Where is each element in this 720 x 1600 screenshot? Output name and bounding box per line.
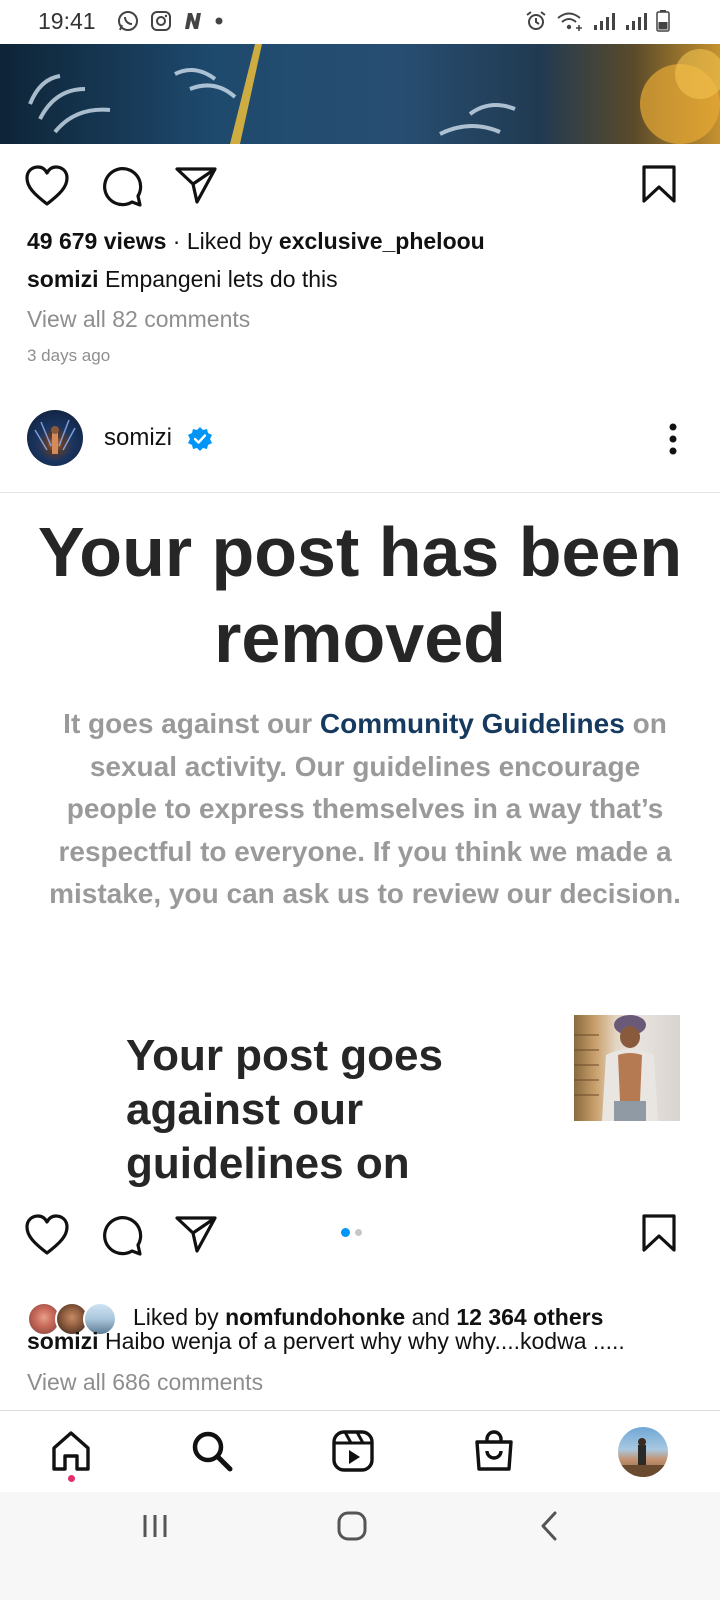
post1-views-line: 49 679 views · Liked by exclusive_pheloo… (27, 228, 485, 254)
like-heart-icon[interactable] (24, 164, 70, 208)
liked-by-user[interactable]: exclusive_pheloou (279, 228, 485, 254)
post-username[interactable]: somizi (104, 424, 172, 452)
liked-by-prefix: Liked by (186, 228, 273, 254)
signal-icon-2 (626, 13, 647, 30)
alarm-icon (526, 11, 546, 30)
avatar[interactable] (27, 410, 83, 466)
whatsapp-icon (118, 11, 138, 31)
profile-avatar[interactable] (618, 1427, 668, 1477)
back-icon[interactable] (538, 1510, 560, 1542)
notification-dot-icon (215, 17, 223, 25)
likes-others-count[interactable]: 12 364 others (456, 1304, 603, 1330)
removed-body: It goes against our Community Guidelines… (49, 708, 681, 909)
system-nav-bar (0, 1492, 720, 1600)
battery-icon (656, 10, 670, 32)
home-notification-dot (68, 1475, 75, 1482)
wifi-icon (557, 12, 582, 31)
caption-username[interactable]: somizi (27, 266, 99, 292)
liked-by-prefix: Liked by (133, 1304, 219, 1330)
status-time: 19:41 (38, 8, 96, 34)
bottom-nav-bar (0, 1410, 720, 1492)
caption-text: Haibo wenja of a pervert why why why....… (104, 1328, 625, 1354)
post1-caption: somizi Empangeni lets do this (27, 266, 338, 293)
carousel-dot (355, 1229, 362, 1236)
shop-icon[interactable] (472, 1429, 516, 1473)
liked-by-user[interactable]: nomfundohonke (225, 1304, 405, 1330)
home-system-icon[interactable] (336, 1510, 368, 1542)
view-comments-link[interactable]: View all 82 comments (27, 306, 250, 333)
status-bar: 19:41 (0, 0, 720, 44)
share-icon[interactable] (174, 1213, 218, 1257)
view-comments-link[interactable]: View all 686 comments (27, 1369, 263, 1396)
reels-icon[interactable] (331, 1429, 375, 1473)
previous-post-media[interactable] (0, 44, 720, 144)
removed-post-thumbnail (574, 1015, 680, 1121)
instagram-icon (151, 11, 171, 31)
post1-action-row (0, 164, 720, 224)
home-icon[interactable] (49, 1429, 93, 1473)
caption-username[interactable]: somizi (27, 1328, 99, 1354)
post-media[interactable]: Your post has been removed It goes again… (0, 492, 720, 1202)
caption-text: Empangeni lets do this (104, 266, 338, 292)
verified-badge-icon (188, 427, 212, 451)
carousel-dot (341, 1228, 350, 1237)
recent-apps-icon[interactable] (140, 1512, 170, 1540)
post2-header: somizi (0, 410, 720, 470)
views-count[interactable]: 49 679 views (27, 228, 166, 254)
removed-title: Your post has been removed (37, 513, 683, 677)
removed-subtitle: Your post goes against our guidelines on (126, 1031, 443, 1188)
like-heart-icon[interactable] (24, 1213, 70, 1257)
search-icon[interactable] (190, 1429, 234, 1473)
post2-caption: somizi Haibo wenja of a pervert why why … (27, 1328, 625, 1355)
bookmark-icon[interactable] (640, 1213, 678, 1253)
share-icon[interactable] (174, 164, 218, 208)
more-options-icon[interactable] (668, 422, 678, 456)
post-timestamp: 3 days ago (27, 346, 111, 365)
comment-icon[interactable] (100, 164, 144, 208)
bookmark-icon[interactable] (640, 164, 678, 204)
carousel-indicator (341, 1228, 362, 1237)
signal-icon-1 (594, 13, 615, 30)
comment-icon[interactable] (100, 1213, 144, 1257)
post2-action-row (0, 1213, 720, 1273)
community-guidelines-link: Community Guidelines (319, 708, 625, 739)
netflix-n-icon (185, 13, 201, 29)
